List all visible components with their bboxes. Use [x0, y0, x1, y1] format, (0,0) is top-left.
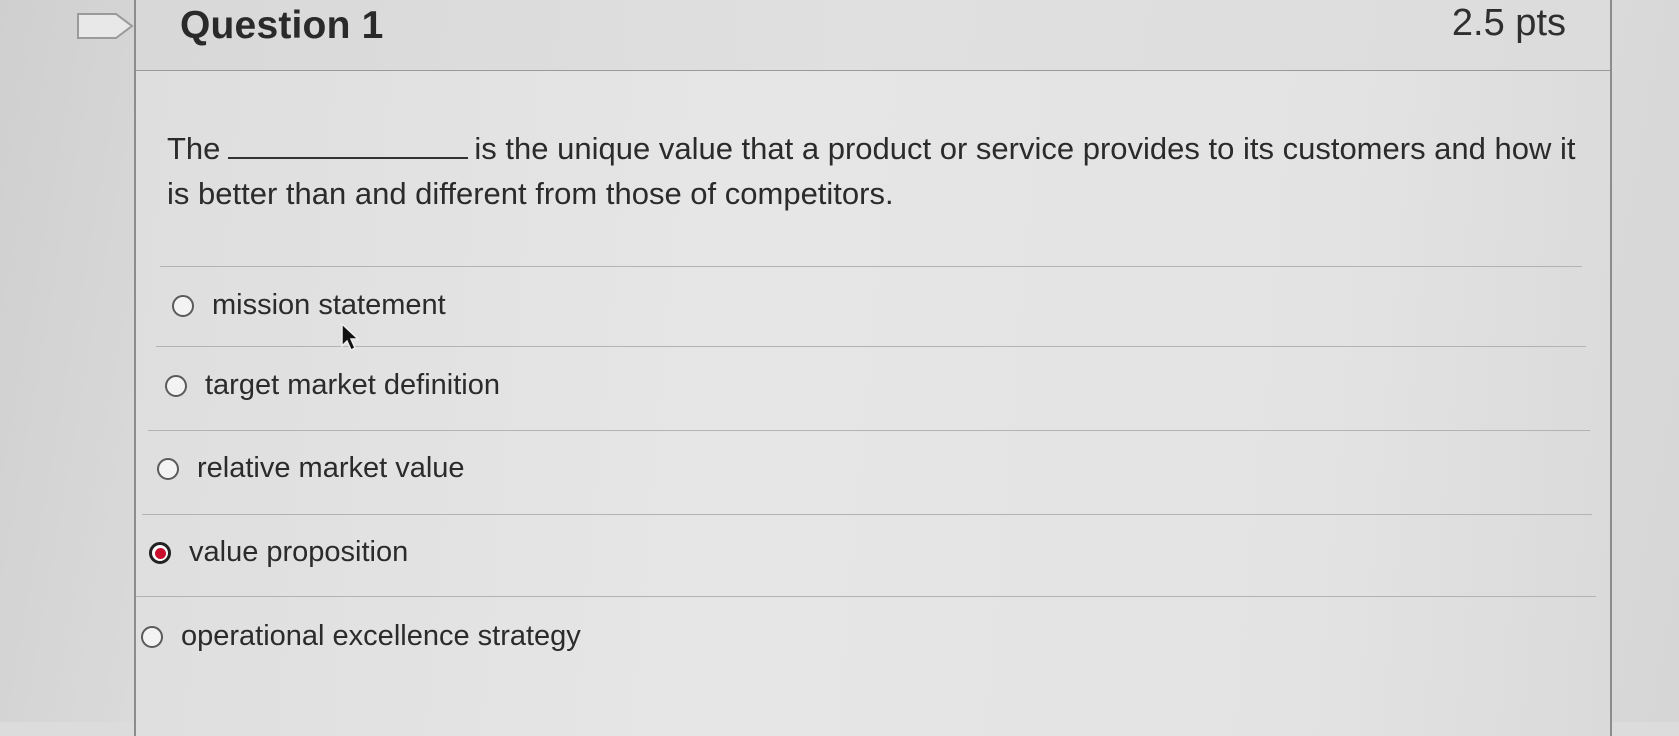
answer-option-value-proposition[interactable]: value proposition — [149, 536, 408, 569]
question-title: Question 1 — [180, 4, 384, 47]
bookmark-flag-icon[interactable] — [76, 12, 136, 40]
answer-divider — [148, 430, 1590, 431]
answer-option-mission-statement[interactable]: mission statement — [172, 289, 446, 322]
answer-label: target market definition — [205, 369, 500, 401]
answer-label: value proposition — [189, 536, 409, 568]
answer-option-target-market-definition[interactable]: target market definition — [165, 369, 500, 402]
radio-button[interactable] — [141, 625, 163, 648]
answer-divider — [136, 596, 1596, 597]
question-card: Question 1 2.5 pts The is the unique valu… — [134, 0, 1612, 736]
answer-option-operational-excellence-strategy[interactable]: operational excellence strategy — [141, 620, 581, 653]
question-text-start: The — [167, 131, 221, 166]
answers-top-divider — [160, 266, 1582, 267]
mouse-pointer-icon — [341, 322, 360, 352]
fill-in-blank — [228, 133, 469, 159]
answer-label: mission statement — [212, 289, 446, 321]
question-text: The is the unique value that a product or… — [167, 126, 1587, 216]
radio-button[interactable] — [172, 294, 194, 317]
radio-button-selected[interactable] — [149, 541, 171, 564]
radio-button[interactable] — [157, 457, 179, 480]
answer-label: relative market value — [197, 452, 465, 484]
answer-divider — [156, 346, 1586, 347]
radio-button[interactable] — [165, 374, 187, 397]
question-points: 2.5 pts — [1451, 2, 1566, 44]
answer-divider — [142, 514, 1592, 515]
answer-label: operational excellence strategy — [181, 620, 581, 652]
answer-option-relative-market-value[interactable]: relative market value — [157, 452, 465, 485]
question-header: Question 1 2.5 pts — [136, 0, 1610, 71]
